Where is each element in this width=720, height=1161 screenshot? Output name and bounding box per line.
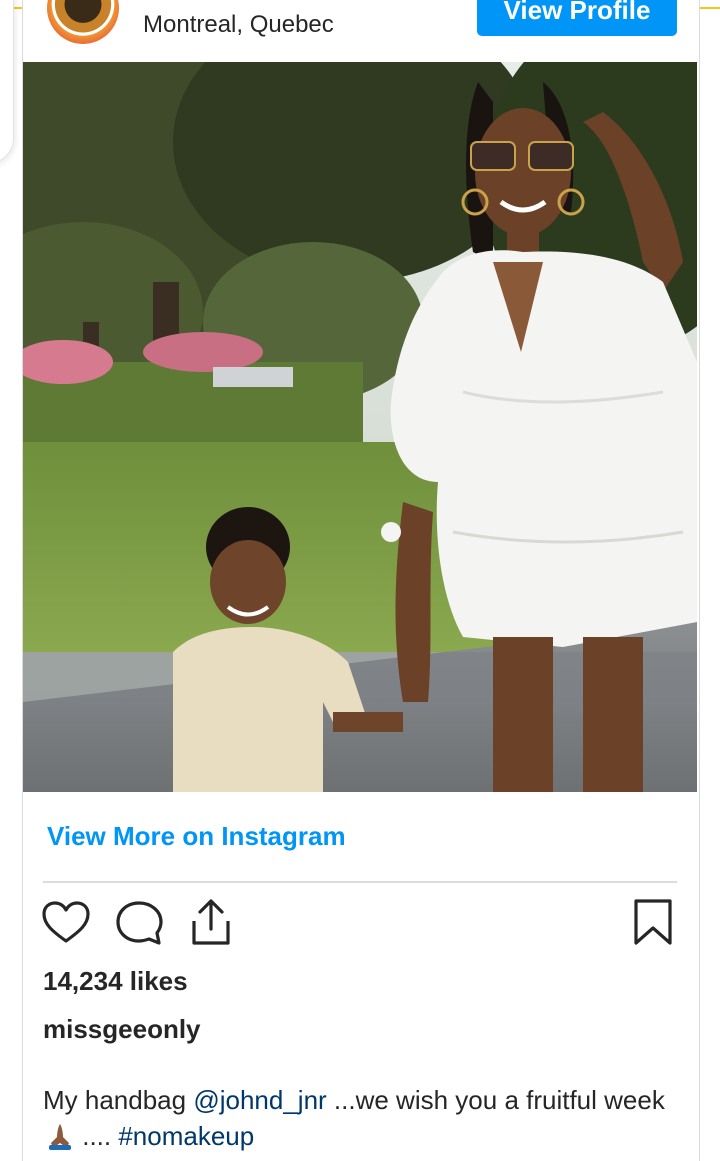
caption-hashtag-link[interactable]: #nomakeup [118,1121,254,1151]
post-location[interactable]: Montreal, Quebec [143,11,334,39]
caption-middle: ...we wish you a fruitful week [326,1085,665,1115]
view-profile-button[interactable]: View Profile [477,0,677,36]
likes-count[interactable]: 14,234 likes [43,965,188,997]
share-upload-icon[interactable] [185,897,237,949]
side-panel-edge [0,0,14,164]
caption-mention-link[interactable]: @johnd_jnr [193,1085,326,1115]
post-caption: My handbag @johnd_jnr ...we wish you a f… [43,1082,673,1154]
divider [43,881,677,883]
caption-prefix: My handbag [43,1085,194,1115]
bookmark-icon[interactable] [628,897,680,949]
heart-icon[interactable] [40,897,92,949]
caption-dots: .... [75,1121,119,1151]
post-username[interactable]: missgeeonly [43,1013,201,1045]
instagram-embed-page: Montreal, Quebec View Profile View More … [0,0,720,1161]
post-photo[interactable] [23,62,697,792]
praying-hands-emoji-icon [45,1121,75,1151]
comment-bubble-icon[interactable] [113,897,165,949]
view-more-on-instagram-link[interactable]: View More on Instagram [47,820,346,852]
